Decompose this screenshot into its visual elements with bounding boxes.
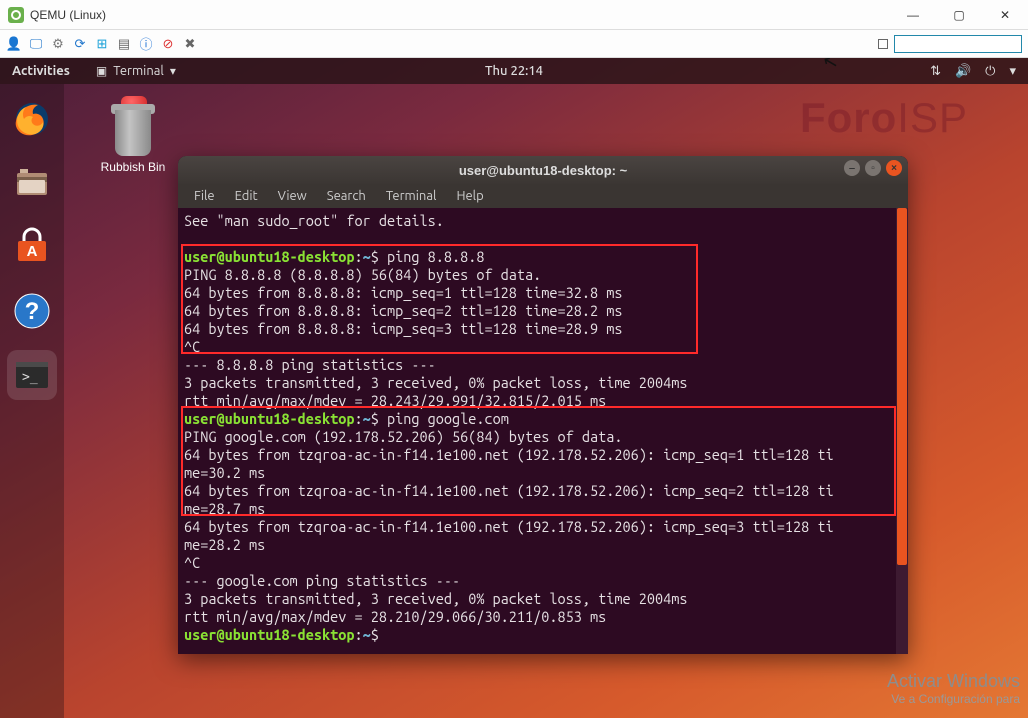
- window-controls: — ▢ ✕: [890, 0, 1028, 30]
- dock-files[interactable]: [7, 158, 57, 208]
- term-line: See "man sudo_root" for details.: [184, 212, 444, 229]
- term-line: 64 bytes from tzqroa-ac-in-f14.1e100.net…: [184, 446, 834, 463]
- terminal-close-button[interactable]: ×: [886, 160, 902, 176]
- minimize-button[interactable]: —: [890, 0, 936, 30]
- cancel-icon[interactable]: ✖: [182, 36, 198, 52]
- term-line: me=30.2 ms: [184, 464, 265, 481]
- activation-line1: Activar Windows: [887, 671, 1020, 692]
- qemu-icon: [8, 7, 24, 23]
- network-icon[interactable]: ⇅: [930, 64, 941, 79]
- dock-firefox[interactable]: [7, 94, 57, 144]
- term-line: --- 8.8.8.8 ping statistics ---: [184, 356, 436, 373]
- term-line: me=28.7 ms: [184, 500, 265, 517]
- terminal-menubar: File Edit View Search Terminal Help: [178, 184, 908, 208]
- terminal-maximize-button[interactable]: ▫: [865, 160, 881, 176]
- qemu-toolbar-input[interactable]: [894, 35, 1022, 53]
- disk-icon[interactable]: ▤: [116, 36, 132, 52]
- info-icon[interactable]: ⓘ: [138, 36, 154, 52]
- active-app-menu[interactable]: ▣ Terminal ▾: [96, 64, 176, 78]
- windows-icon[interactable]: ⊞: [94, 36, 110, 52]
- menu-search[interactable]: Search: [319, 187, 374, 205]
- prompt-path: ~: [363, 410, 371, 427]
- dock: A ? >_: [0, 84, 64, 718]
- term-cmd: ping 8.8.8.8: [379, 248, 485, 265]
- mouse-cursor: ↖: [820, 58, 840, 75]
- terminal-title: user@ubuntu18-desktop: ~: [459, 163, 627, 178]
- term-line: 64 bytes from tzqroa-ac-in-f14.1e100.net…: [184, 482, 834, 499]
- gnome-topbar: Activities ▣ Terminal ▾ Thu 22:14 ⇅ 🔊 ⏻ …: [0, 58, 1028, 84]
- power-icon[interactable]: ⏻: [985, 64, 995, 79]
- svg-text:A: A: [27, 243, 38, 260]
- term-line: PING 8.8.8.8 (8.8.8.8) 56(84) bytes of d…: [184, 266, 541, 283]
- volume-icon[interactable]: 🔊: [955, 64, 971, 79]
- term-line: 64 bytes from 8.8.8.8: icmp_seq=3 ttl=12…: [184, 320, 622, 337]
- prompt-path: ~: [363, 626, 371, 643]
- terminal-icon: ▣: [96, 64, 107, 78]
- term-line: rtt min/avg/max/mdev = 28.210/29.066/30.…: [184, 608, 606, 625]
- qemu-toolbar: 👤 🖵 ⚙ ⟳ ⊞ ▤ ⓘ ⊘ ✖: [0, 30, 1028, 58]
- prompt-path: ~: [363, 248, 371, 265]
- term-line: --- google.com ping statistics ---: [184, 572, 460, 589]
- chevron-down-icon[interactable]: ▾: [1009, 64, 1016, 79]
- svg-text:?: ?: [25, 298, 40, 325]
- term-line: 3 packets transmitted, 3 received, 0% pa…: [184, 374, 687, 391]
- rubbish-bin[interactable]: Rubbish Bin: [92, 98, 174, 174]
- term-line: ^C: [184, 554, 200, 571]
- menu-file[interactable]: File: [186, 187, 223, 205]
- terminal-scrollbar[interactable]: [896, 208, 908, 654]
- menu-edit[interactable]: Edit: [227, 187, 266, 205]
- term-line: PING google.com (192.178.52.206) 56(84) …: [184, 428, 622, 445]
- rubbish-bin-label: Rubbish Bin: [92, 160, 174, 174]
- maximize-button[interactable]: ▢: [936, 0, 982, 30]
- activation-line2: Ve a Configuración para: [887, 692, 1020, 706]
- windows-activation-watermark: Activar Windows Ve a Configuración para: [887, 671, 1020, 706]
- watermark-foroisp: ForoISP: [800, 94, 968, 142]
- term-line: 64 bytes from 8.8.8.8: icmp_seq=2 ttl=12…: [184, 302, 622, 319]
- prompt-userhost: user@ubuntu18-desktop: [184, 410, 355, 427]
- terminal-window: user@ubuntu18-desktop: ~ ‒ ▫ × File Edit…: [178, 156, 908, 654]
- menu-terminal[interactable]: Terminal: [378, 187, 445, 205]
- ubuntu-desktop: ForoISP Activities ▣ Terminal ▾ Thu 22:1…: [0, 58, 1028, 718]
- qemu-title: QEMU (Linux): [30, 8, 106, 22]
- dock-software[interactable]: A: [7, 222, 57, 272]
- term-line: rtt min/avg/max/mdev = 28.243/29.991/32.…: [184, 392, 606, 409]
- terminal-minimize-button[interactable]: ‒: [844, 160, 860, 176]
- gear-icon[interactable]: ⚙: [50, 36, 66, 52]
- active-app-label: Terminal: [113, 64, 164, 78]
- prompt-userhost: user@ubuntu18-desktop: [184, 626, 355, 643]
- svg-text:>_: >_: [22, 370, 38, 385]
- chevron-down-icon: ▾: [170, 64, 176, 78]
- term-line: 64 bytes from 8.8.8.8: icmp_seq=1 ttl=12…: [184, 284, 622, 301]
- clock[interactable]: Thu 22:14: [485, 64, 543, 78]
- term-line: ^C: [184, 338, 200, 355]
- menu-help[interactable]: Help: [448, 187, 491, 205]
- activities-button[interactable]: Activities: [12, 64, 70, 78]
- term-line: 3 packets transmitted, 3 received, 0% pa…: [184, 590, 687, 607]
- user-icon[interactable]: 👤: [6, 36, 22, 52]
- dock-terminal[interactable]: >_: [7, 350, 57, 400]
- prompt-userhost: user@ubuntu18-desktop: [184, 248, 355, 265]
- monitor-icon[interactable]: 🖵: [28, 36, 44, 52]
- dock-help[interactable]: ?: [7, 286, 57, 336]
- qemu-titlebar: QEMU (Linux) — ▢ ✕: [0, 0, 1028, 30]
- expand-icon[interactable]: [878, 39, 888, 49]
- terminal-titlebar[interactable]: user@ubuntu18-desktop: ~ ‒ ▫ ×: [178, 156, 908, 184]
- menu-view[interactable]: View: [270, 187, 315, 205]
- term-line: 64 bytes from tzqroa-ac-in-f14.1e100.net…: [184, 518, 834, 535]
- scrollbar-thumb[interactable]: [897, 208, 907, 565]
- term-line: me=28.2 ms: [184, 536, 265, 553]
- trash-icon: [109, 98, 157, 156]
- term-cursor: [379, 626, 387, 643]
- terminal-body[interactable]: See "man sudo_root" for details. user@ub…: [178, 208, 908, 654]
- refresh-icon[interactable]: ⟳: [72, 36, 88, 52]
- close-button[interactable]: ✕: [982, 0, 1028, 30]
- error-icon[interactable]: ⊘: [160, 36, 176, 52]
- term-cmd: ping google.com: [379, 410, 509, 427]
